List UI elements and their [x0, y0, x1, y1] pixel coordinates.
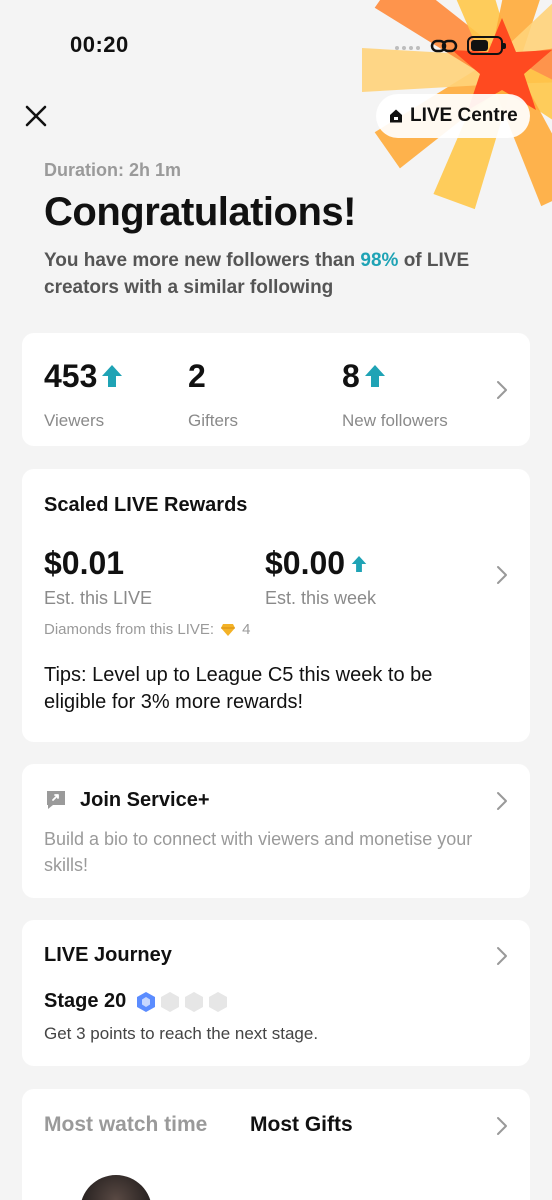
home-icon: [390, 109, 402, 123]
live-centre-label: LIVE Centre: [410, 105, 518, 126]
stage-description: Get 3 points to reach the next stage.: [44, 1024, 319, 1043]
gifters-label: Gifters: [188, 411, 239, 430]
stat-viewers: 453 Viewers: [44, 353, 123, 431]
leaderboard-card: Most watch time Most Gifts: [22, 1089, 530, 1200]
status-time: 00:20: [70, 32, 129, 57]
stats-card[interactable]: 453 Viewers 2 Gifters 8 New followers: [22, 333, 530, 446]
stat-gifters: 2 Gifters: [188, 353, 238, 431]
live-amount-label: Est. this LIVE: [44, 588, 153, 608]
tab-most-watch-time[interactable]: Most watch time: [44, 1113, 207, 1137]
arrow-up-icon: [102, 365, 123, 387]
subtitle-prefix: You have more new followers than: [44, 250, 361, 271]
stage-label: Stage 20: [44, 990, 127, 1012]
rewards-title: Scaled LIVE Rewards: [44, 494, 248, 516]
reward-this-live: $0.01 Est. this LIVE: [44, 545, 152, 609]
summary-subtitle: You have more new followers than 98% of …: [44, 247, 514, 301]
duration-label: Duration: 2h 1m: [44, 160, 182, 180]
arrow-up-icon: [351, 555, 367, 572]
live-amount: $0.01: [44, 545, 125, 581]
chevron-right-icon[interactable]: [496, 791, 508, 811]
reward-this-week: $0.00 Est. this week: [265, 545, 376, 609]
stage-progress: [136, 991, 228, 1013]
service-header: Join Service+: [44, 788, 210, 812]
viewers-value: 453: [44, 357, 98, 394]
link-icon: [430, 39, 458, 53]
chevron-right-icon[interactable]: [496, 1116, 508, 1136]
status-bar: 00:20: [0, 0, 552, 90]
diamonds-row: Diamonds from this LIVE: 4: [44, 621, 250, 638]
viewers-label: Viewers: [44, 411, 105, 430]
chevron-right-icon[interactable]: [496, 946, 508, 966]
page-title: Congratulations!: [44, 190, 356, 234]
subtitle-highlight: 98%: [360, 250, 399, 271]
tab-most-gifts[interactable]: Most Gifts: [250, 1113, 353, 1137]
new-followers-label: New followers: [342, 411, 448, 430]
chevron-right-icon[interactable]: [496, 380, 508, 400]
week-amount-label: Est. this week: [265, 588, 377, 608]
service-title: Join Service+: [80, 788, 210, 811]
battery-icon: [467, 36, 506, 55]
diamonds-count: 4: [242, 621, 251, 638]
hexagon-icon: [161, 991, 180, 1012]
avatar[interactable]: [80, 1175, 152, 1200]
hexagon-icon: [137, 991, 156, 1012]
service-icon: [47, 791, 65, 809]
new-followers-value: 8: [342, 357, 360, 394]
service-card[interactable]: Join Service+ Build a bio to connect wit…: [22, 764, 530, 898]
arrow-up-icon: [364, 365, 385, 387]
service-description: Build a bio to connect with viewers and …: [44, 829, 473, 875]
hexagon-icon: [185, 991, 204, 1012]
signal-icon: [395, 46, 420, 50]
chevron-right-icon[interactable]: [496, 565, 508, 585]
hexagon-icon: [209, 991, 228, 1012]
journey-card[interactable]: LIVE Journey Stage 20 Get 3 points to re…: [22, 920, 530, 1066]
diamond-icon: [221, 623, 236, 636]
stage-row: Stage 20: [44, 990, 228, 1013]
close-icon[interactable]: [22, 102, 50, 130]
journey-title: LIVE Journey: [44, 944, 172, 966]
gifters-value: 2: [188, 357, 206, 394]
rewards-card[interactable]: Scaled LIVE Rewards $0.01 Est. this LIVE…: [22, 469, 530, 742]
stat-new-followers: 8 New followers: [342, 353, 448, 431]
rewards-tips: Tips: Level up to League C5 this week to…: [44, 664, 433, 713]
diamonds-label: Diamonds from this LIVE:: [44, 621, 215, 638]
live-centre-button[interactable]: LIVE Centre: [376, 94, 530, 138]
week-amount: $0.00: [265, 545, 346, 581]
